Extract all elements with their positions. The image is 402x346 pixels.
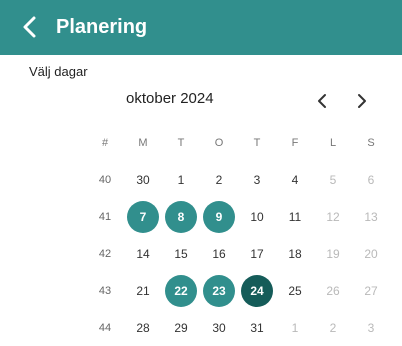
day-cell[interactable]: 8 xyxy=(162,198,200,235)
weekday-header: M xyxy=(138,136,148,149)
day-cell[interactable]: 25 xyxy=(276,272,314,309)
day-cell[interactable]: 14 xyxy=(124,235,162,272)
weekday-header-row: # M T O T F L S xyxy=(86,124,390,161)
day-number: 19 xyxy=(326,246,340,261)
day-number: 12 xyxy=(326,209,340,224)
day-number: 5 xyxy=(329,172,337,187)
week-row: 42 14 15 16 17 18 19 20 xyxy=(86,235,390,272)
calendar-weeks: 40 30 1 2 3 4 5 6 41 7 8 9 10 11 12 13 42 14 15 16 17 18 19 20 4… xyxy=(86,161,390,346)
day-number: 27 xyxy=(364,283,378,298)
day-cell[interactable]: 15 xyxy=(162,235,200,272)
day-number: 24 xyxy=(241,274,273,307)
day-cell[interactable]: 22 xyxy=(162,272,200,309)
next-month-button[interactable] xyxy=(350,90,372,112)
week-row: 41 7 8 9 10 11 12 13 xyxy=(86,198,390,235)
day-number: 15 xyxy=(174,246,188,261)
day-cell[interactable]: 17 xyxy=(238,235,276,272)
weekday-header: O xyxy=(214,136,224,149)
day-number: 23 xyxy=(203,274,235,307)
day-number: 10 xyxy=(250,209,264,224)
weekday-header: L xyxy=(329,136,337,149)
week-number: 43 xyxy=(98,284,112,297)
day-cell[interactable]: 18 xyxy=(276,235,314,272)
day-number: 11 xyxy=(288,209,302,224)
day-number: 4 xyxy=(291,172,299,187)
calendar-grid: # M T O T F L S 40 30 1 2 3 4 5 6 41 7 8 9 10 11 12 13 4… xyxy=(86,124,390,346)
day-cell[interactable]: 4 xyxy=(276,161,314,198)
day-number: 8 xyxy=(165,200,197,233)
weekday-header: T xyxy=(177,136,185,149)
day-cell[interactable]: 26 xyxy=(314,272,352,309)
week-row: 40 30 1 2 3 4 5 6 xyxy=(86,161,390,198)
day-cell[interactable]: 1 xyxy=(162,161,200,198)
day-number: 25 xyxy=(288,283,302,298)
day-cell[interactable]: 6 xyxy=(352,161,390,198)
day-cell[interactable]: 24 xyxy=(238,272,276,309)
day-cell[interactable]: 21 xyxy=(124,272,162,309)
day-number: 22 xyxy=(165,274,197,307)
day-number: 18 xyxy=(288,246,302,261)
day-number: 7 xyxy=(127,200,159,233)
day-number: 14 xyxy=(136,246,150,261)
day-cell[interactable]: 30 xyxy=(124,161,162,198)
day-cell[interactable]: 23 xyxy=(200,272,238,309)
day-number: 13 xyxy=(364,209,378,224)
weekday-header: F xyxy=(291,136,299,149)
day-cell[interactable]: 5 xyxy=(314,161,352,198)
day-cell[interactable]: 7 xyxy=(124,198,162,235)
day-cell[interactable]: 19 xyxy=(314,235,352,272)
month-label: oktober 2024 xyxy=(126,90,214,107)
day-cell[interactable]: 2 xyxy=(200,161,238,198)
day-cell[interactable]: 3 xyxy=(238,161,276,198)
weekday-header: S xyxy=(367,136,375,149)
back-arrow-icon[interactable] xyxy=(20,14,42,40)
weekday-header: # xyxy=(101,136,109,149)
day-number: 26 xyxy=(326,283,340,298)
day-cell[interactable]: 12 xyxy=(314,198,352,235)
day-cell[interactable]: 9 xyxy=(200,198,238,235)
day-cell[interactable]: 11 xyxy=(276,198,314,235)
day-number: 21 xyxy=(136,283,150,298)
page-title: Planering xyxy=(56,16,148,38)
day-number: 9 xyxy=(203,200,235,233)
day-number: 17 xyxy=(250,246,264,261)
day-cell[interactable]: 20 xyxy=(352,235,390,272)
day-cell[interactable]: 16 xyxy=(200,235,238,272)
day-number: 20 xyxy=(364,246,378,261)
previous-month-button[interactable] xyxy=(312,90,334,112)
week-number: 40 xyxy=(98,173,112,186)
day-cell[interactable]: 10 xyxy=(238,198,276,235)
day-number: 1 xyxy=(177,172,185,187)
day-number: 3 xyxy=(253,172,261,187)
day-cell[interactable]: 27 xyxy=(352,272,390,309)
day-number: 30 xyxy=(136,172,150,187)
week-number: 41 xyxy=(98,210,112,223)
week-number: 42 xyxy=(98,247,112,260)
day-number: 2 xyxy=(215,172,223,187)
select-days-label: Välj dagar xyxy=(29,64,88,79)
day-cell[interactable]: 13 xyxy=(352,198,390,235)
week-row: 43 21 22 23 24 25 26 27 xyxy=(86,272,390,309)
app-header: Planering xyxy=(0,0,402,55)
day-number: 6 xyxy=(367,172,375,187)
weekday-header: T xyxy=(253,136,261,149)
day-number: 16 xyxy=(212,246,226,261)
